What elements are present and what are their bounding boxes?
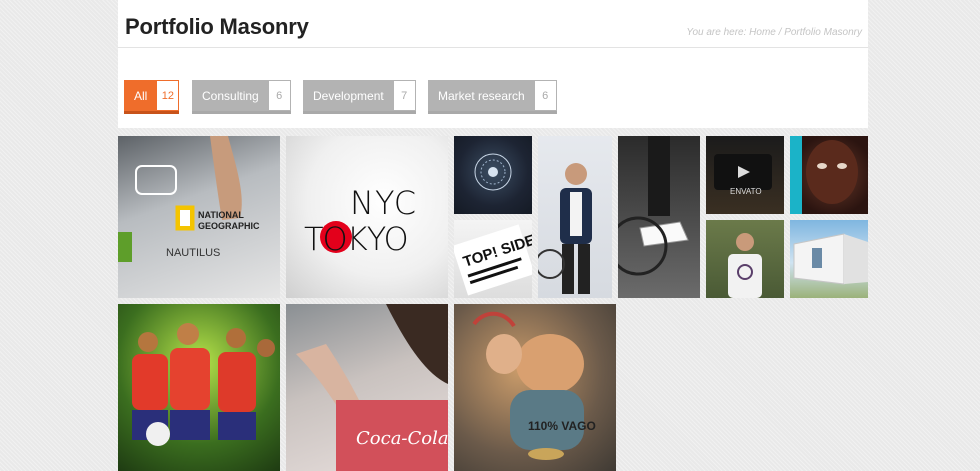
portfolio-item-football-team[interactable] [118,304,280,471]
breadcrumb-current: Portfolio Masonry [784,27,862,38]
filter-count: 12 [157,80,180,111]
portfolio-item-nyc-tokyo[interactable]: NYC TOKYO [286,136,448,298]
portfolio-item-top-side[interactable]: TOP! SIDE! [454,220,532,298]
filter-all-button[interactable]: All 12 [124,80,180,111]
filter-label: All [124,80,158,111]
page: Portfolio Masonry You are here: Home / P… [118,0,868,471]
portfolio-item-coca-cola-girl[interactable]: Coca-Cola [286,304,448,471]
portfolio-item-national-geographic[interactable]: NATIONAL GEOGRAPHIC NAUTILUS [118,136,280,298]
breadcrumb: You are here: Home / Portfolio Masonry [686,27,862,38]
portfolio-image [793,233,868,285]
breadcrumb-separator: / [778,27,782,38]
filter-label: Consulting [192,80,269,111]
page-title: Portfolio Masonry [125,14,309,39]
svg-text:NATIONAL: NATIONAL [198,210,244,220]
svg-text:GEOGRAPHIC: GEOGRAPHIC [198,221,260,231]
svg-text:Coca-Cola: Coca-Cola [356,428,448,449]
svg-text:NAUTILUS: NAUTILUS [166,247,220,259]
portfolio-item-building[interactable] [790,220,868,298]
filter-bar: All 12 Consulting 6 Development 7 Market… [118,48,868,128]
portfolio-item-vago-illustration[interactable]: 110% VAGO [454,304,616,471]
portfolio-image: ENVATO [714,154,772,196]
portfolio-image: TOP! SIDE! [454,224,532,296]
filter-count: 7 [393,80,416,111]
portfolio-item-sneakers-bike[interactable] [618,136,700,298]
portfolio-image [538,163,592,294]
portfolio-image [132,323,275,446]
svg-text:ENVATO: ENVATO [730,187,762,196]
portfolio-image: NYC TOKYO [304,184,417,258]
portfolio-item-man-jacket[interactable] [538,136,612,298]
portfolio-image [790,136,858,214]
filter-label: Development [303,80,394,111]
filter-count: 6 [534,80,557,111]
svg-text:NYC: NYC [350,184,417,222]
filter-consulting-button[interactable]: Consulting 6 [192,80,291,111]
portfolio-item-envato-video[interactable]: ENVATO [706,136,784,214]
svg-text:110% VAGO: 110% VAGO [528,419,596,433]
page-header: Portfolio Masonry You are here: Home / P… [118,0,868,48]
portfolio-image [728,233,762,298]
svg-text:TOKYO: TOKYO [304,220,408,258]
portfolio-item-man-tshirt[interactable] [706,220,784,298]
filter-market-research-button[interactable]: Market research 6 [428,80,557,111]
portfolio-image [618,136,689,276]
filter-development-button[interactable]: Development 7 [303,80,416,111]
portfolio-item-dark-emblem[interactable] [454,136,532,214]
filter-label: Market research [428,80,535,111]
portfolio-image: 110% VAGO [472,311,596,460]
portfolio-image [474,153,512,191]
portfolio-image: NATIONAL GEOGRAPHIC NAUTILUS [118,136,260,262]
breadcrumb-prefix: You are here: [686,27,747,38]
breadcrumb-home-link[interactable]: Home [749,27,776,38]
portfolio-image: Coca-Cola [296,304,448,471]
filter-count: 6 [268,80,291,111]
portfolio-item-face-portrait[interactable] [790,136,868,214]
